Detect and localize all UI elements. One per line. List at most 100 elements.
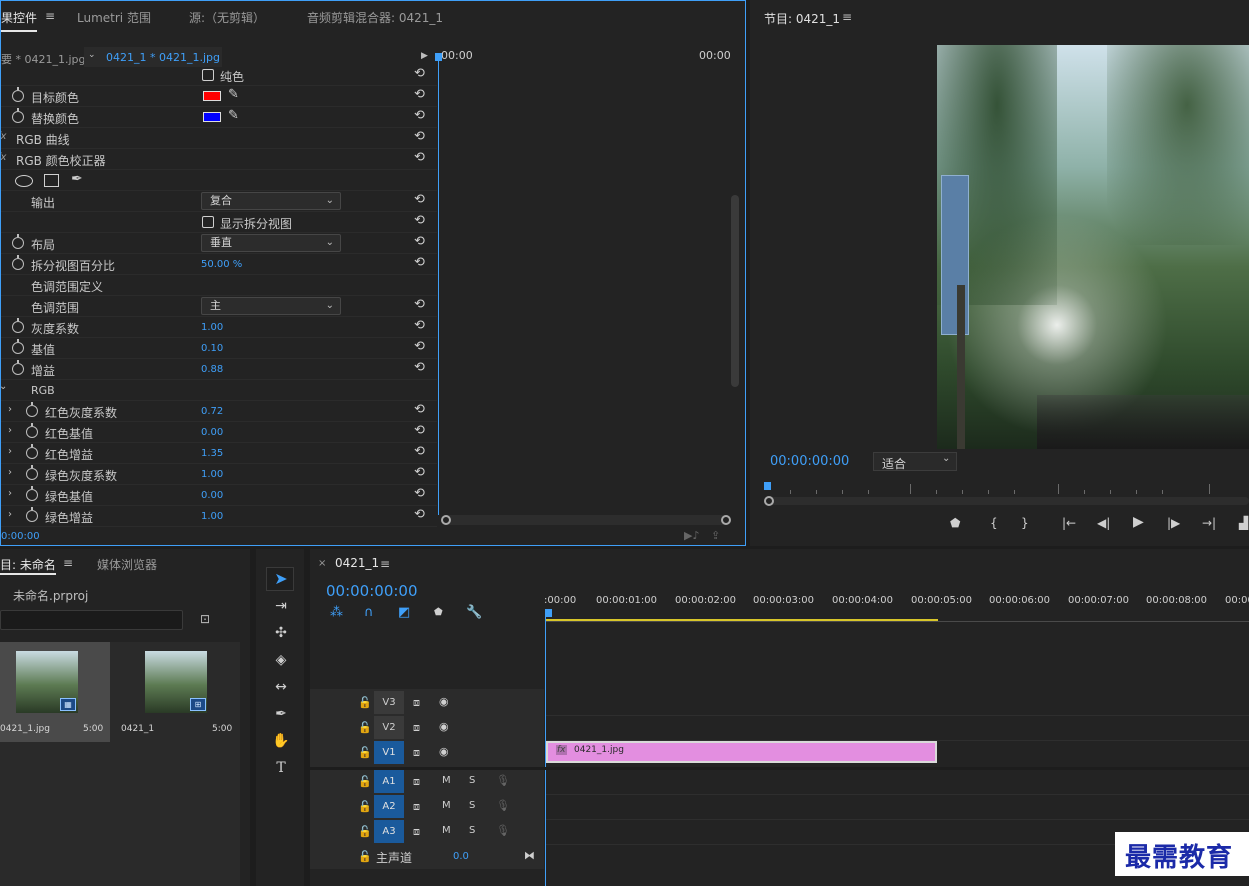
timeline-playhead-handle[interactable]: [545, 609, 552, 617]
track-target-a1[interactable]: A1: [374, 770, 404, 793]
green-gamma-value[interactable]: 1.00: [201, 469, 223, 480]
tab-source[interactable]: 源:（无剪辑）: [189, 9, 265, 26]
reset-icon[interactable]: ⟲: [414, 486, 425, 501]
reset-icon[interactable]: ⟲: [414, 297, 425, 312]
master-volume[interactable]: 0.0: [453, 851, 469, 862]
track-select-tool-icon[interactable]: ⇥: [270, 595, 292, 617]
type-tool-icon[interactable]: T: [270, 757, 292, 779]
ellipse-mask-icon[interactable]: [15, 175, 33, 187]
show-split-checkbox[interactable]: [202, 216, 214, 228]
panel-menu-icon[interactable]: ≡: [380, 557, 390, 571]
row-tonal-range-def[interactable]: 色调范围定义: [1, 275, 437, 296]
pen-tool-icon[interactable]: ✒: [270, 703, 292, 725]
tab-audio-clip-mixer[interactable]: 音频剪辑混合器: 0421_1: [307, 9, 443, 26]
chevron-right-icon[interactable]: ›: [8, 488, 12, 499]
new-bin-icon[interactable]: ⊡: [200, 612, 210, 626]
sync-lock-icon[interactable]: ⧈: [413, 746, 420, 760]
play-icon[interactable]: ▶: [1133, 514, 1144, 530]
stopwatch-icon[interactable]: [26, 507, 38, 522]
pedestal-value[interactable]: 0.10: [201, 343, 223, 354]
eye-icon[interactable]: ◉: [439, 720, 449, 733]
green-pedestal-value[interactable]: 0.00: [201, 490, 223, 501]
go-to-in-icon[interactable]: |←: [1062, 516, 1076, 530]
fit-dropdown[interactable]: 适合 ⌄: [873, 452, 957, 471]
tab-effect-controls[interactable]: 果控件: [1, 9, 38, 32]
export-icon[interactable]: ⇪: [711, 529, 720, 542]
eyedropper-icon[interactable]: ✎: [228, 87, 239, 102]
row-rgb-corrector[interactable]: fx RGB 颜色校正器 ⟲: [1, 149, 437, 170]
tab-project[interactable]: 目: 未命名: [0, 556, 56, 573]
eyedropper-icon[interactable]: ✎: [228, 108, 239, 123]
stopwatch-icon[interactable]: [12, 339, 24, 354]
lock-icon[interactable]: 🔓: [358, 696, 372, 709]
reset-icon[interactable]: ⟲: [414, 234, 425, 249]
chevron-right-icon[interactable]: ›: [8, 509, 12, 520]
sync-lock-icon[interactable]: ⧈: [413, 696, 420, 710]
tab-media-browser[interactable]: 媒体浏览器: [97, 556, 157, 573]
layout-dropdown[interactable]: 垂直 ⌄: [201, 234, 341, 252]
lock-icon[interactable]: 🔓: [358, 721, 372, 734]
microphone-icon[interactable]: 🎙: [496, 824, 510, 837]
red-gain-value[interactable]: 1.35: [201, 448, 223, 459]
ec-playhead[interactable]: [438, 59, 439, 515]
stopwatch-icon[interactable]: [26, 402, 38, 417]
program-video-frame[interactable]: [937, 45, 1249, 449]
solo-button[interactable]: S: [469, 800, 475, 811]
ec-playhead-handle[interactable]: [435, 53, 442, 61]
track-target-v1[interactable]: V1: [374, 741, 404, 764]
stopwatch-icon[interactable]: [12, 87, 24, 102]
track-target-a2[interactable]: A2: [374, 795, 404, 818]
stopwatch-icon[interactable]: [12, 318, 24, 333]
stopwatch-icon[interactable]: [26, 444, 38, 459]
chevron-right-icon[interactable]: ›: [8, 404, 12, 415]
green-gain-value[interactable]: 1.00: [201, 511, 223, 522]
solo-button[interactable]: S: [469, 825, 475, 836]
program-zoom-scrollbar[interactable]: [764, 496, 1249, 506]
lift-icon[interactable]: ▟: [1239, 516, 1248, 530]
mute-button[interactable]: M: [442, 775, 451, 786]
program-time-ruler[interactable]: [764, 482, 1249, 496]
fx-badge[interactable]: fx: [1, 152, 6, 163]
snap-icon[interactable]: ∩: [364, 605, 374, 620]
project-search-input[interactable]: [0, 610, 183, 630]
microphone-icon[interactable]: 🎙: [496, 799, 510, 812]
red-gamma-value[interactable]: 0.72: [201, 406, 223, 417]
sync-lock-icon[interactable]: ⧈: [413, 800, 420, 814]
lock-icon[interactable]: 🔓: [358, 775, 372, 788]
reset-icon[interactable]: ⟲: [414, 360, 425, 375]
output-dropdown[interactable]: 复合 ⌄: [201, 192, 341, 210]
program-monitor-title[interactable]: 节目: 0421_1: [764, 10, 840, 27]
mark-out-icon[interactable]: }: [1021, 516, 1029, 530]
stopwatch-icon[interactable]: [12, 234, 24, 249]
chevron-right-icon[interactable]: ›: [8, 467, 12, 478]
ripple-edit-tool-icon[interactable]: ✣: [270, 622, 292, 644]
add-marker-icon[interactable]: ⬟: [434, 607, 443, 618]
microphone-icon[interactable]: 🎙: [496, 774, 510, 787]
reset-icon[interactable]: ⟲: [414, 444, 425, 459]
reset-icon[interactable]: ⟲: [414, 87, 425, 102]
mark-in-icon[interactable]: {: [990, 516, 998, 530]
reset-icon[interactable]: ⟲: [414, 150, 425, 165]
reset-icon[interactable]: ⟲: [414, 318, 425, 333]
audio-only-icon[interactable]: ▶♪: [684, 529, 699, 542]
reset-icon[interactable]: ⟲: [414, 255, 425, 270]
clip-fx-badge[interactable]: fx: [556, 745, 567, 755]
split-percent-value[interactable]: 50.00 %: [201, 259, 242, 270]
go-to-out-icon[interactable]: →|: [1202, 516, 1216, 530]
slip-tool-icon[interactable]: ↔: [270, 676, 292, 698]
reset-icon[interactable]: ⟲: [414, 423, 425, 438]
gain-value[interactable]: 0.88: [201, 364, 223, 375]
track-target-a3[interactable]: A3: [374, 820, 404, 843]
replace-color-swatch[interactable]: [203, 112, 221, 122]
mute-button[interactable]: M: [442, 800, 451, 811]
hand-tool-icon[interactable]: ✋: [270, 730, 292, 752]
solo-button[interactable]: S: [469, 775, 475, 786]
row-rgb-group[interactable]: ⌄ RGB: [1, 380, 437, 401]
selection-tool-icon[interactable]: ➤: [270, 568, 292, 590]
project-item[interactable]: ⊞ 0421_1 5:00: [118, 642, 236, 742]
project-item[interactable]: ▦ 0421_1.jpg 5:00: [0, 642, 110, 742]
program-playhead[interactable]: [764, 482, 771, 490]
target-color-swatch[interactable]: [203, 91, 221, 101]
lock-icon[interactable]: 🔓: [358, 800, 372, 813]
lock-icon[interactable]: 🔓: [358, 850, 372, 863]
